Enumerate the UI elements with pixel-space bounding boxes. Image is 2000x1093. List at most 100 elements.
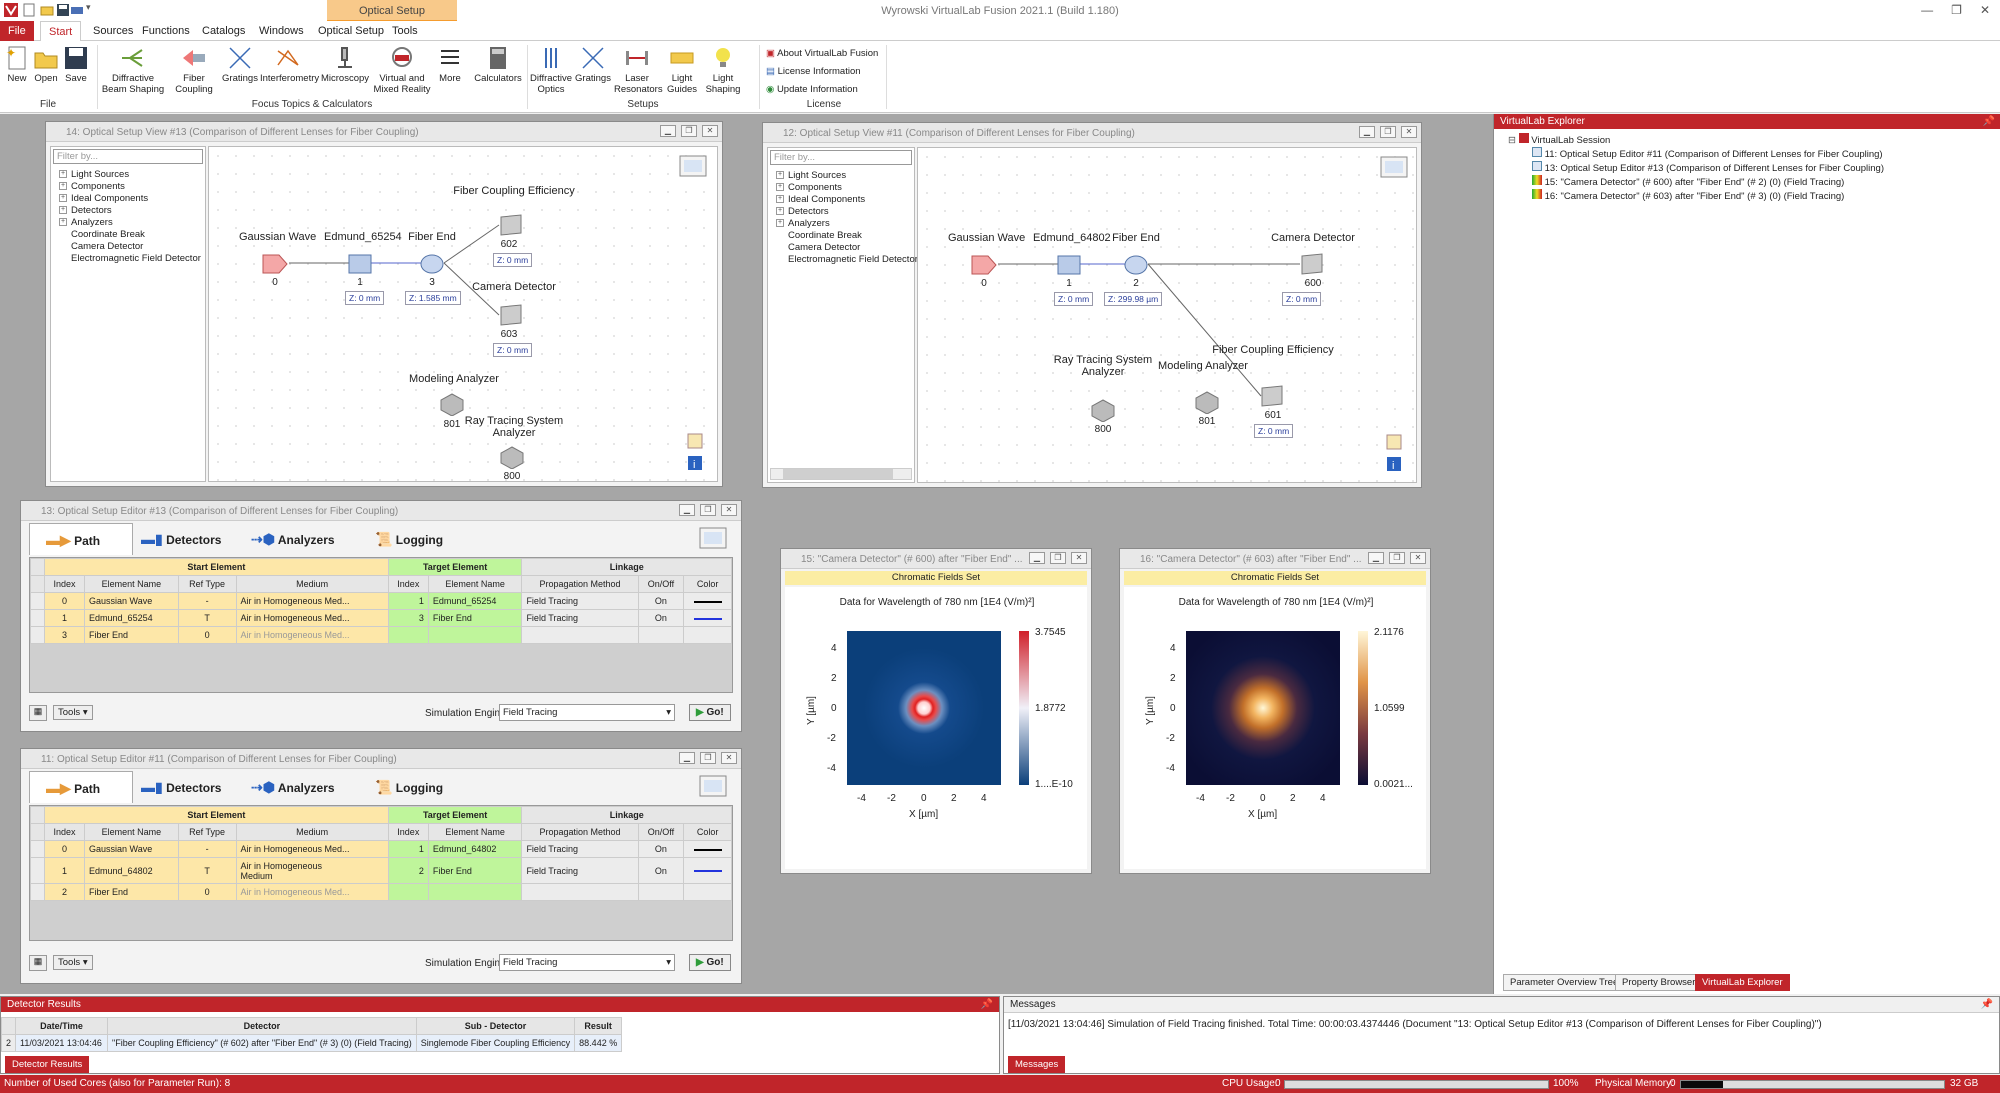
pin-icon[interactable]: 📌 — [1983, 116, 1995, 127]
tree-item-em-field-detector[interactable]: Electromagnetic Field Detector — [71, 253, 201, 264]
col-header[interactable]: Element Name — [84, 823, 179, 841]
tools-dropdown[interactable]: Tools ▾ — [53, 955, 93, 970]
tree-item-camera-detector[interactable]: Camera Detector — [788, 242, 860, 253]
tree-item-coordinate-break[interactable]: Coordinate Break — [788, 230, 862, 241]
tree-item-light-sources[interactable]: + Light Sources — [776, 170, 846, 181]
info-icon[interactable]: i — [687, 455, 703, 471]
detector-icon[interactable] — [499, 303, 525, 327]
tree-item-ideal-components[interactable]: + Ideal Components — [59, 193, 148, 204]
tab-optical-setup[interactable]: Optical Setup — [310, 21, 392, 41]
diffractive-beam-shaping-button[interactable]: Diffractive Beam Shaping — [100, 45, 166, 95]
col-header[interactable]: Color — [683, 823, 732, 841]
col-header[interactable]: Index — [43, 823, 86, 841]
tree-item-detectors[interactable]: + Detectors — [59, 205, 112, 216]
close-button[interactable]: ✕ — [721, 504, 737, 516]
z-position[interactable]: Z: 0 mm — [493, 253, 533, 267]
analyzer-icon[interactable] — [439, 392, 465, 416]
analyzer-icon[interactable] — [1194, 390, 1220, 414]
tree-item-analyzers[interactable]: + Analyzers — [776, 218, 830, 229]
minimize-button[interactable]: — — [1921, 3, 1933, 17]
tab-analyzers[interactable]: ⇢⬢ Analyzers — [251, 523, 335, 551]
catalog-icon[interactable] — [1380, 156, 1408, 178]
close-button[interactable]: ✕ — [721, 752, 737, 764]
col-header[interactable]: Index — [387, 575, 429, 593]
tree-item-light-sources[interactable]: + Light Sources — [59, 169, 129, 180]
z-position[interactable]: Z: 0 mm — [1282, 292, 1322, 306]
z-position[interactable]: Z: 0 mm — [1254, 424, 1294, 438]
setup-canvas[interactable]: Gaussian Wave 0 Edmund_65254 1 Z: 0 mm F… — [208, 146, 718, 482]
setup-canvas[interactable]: Gaussian Wave 0 Edmund_64802 1 Z: 0 mm F… — [917, 147, 1417, 483]
tab-start[interactable]: Start — [40, 21, 82, 41]
tab-property-browser[interactable]: Property Browser — [1615, 974, 1703, 991]
microscopy-button[interactable]: Microscopy — [320, 45, 370, 84]
tab-sources[interactable]: Sources — [85, 21, 141, 41]
fiber-end-icon[interactable] — [419, 253, 445, 275]
tab-parameter-overview-tree[interactable]: Parameter Overview Tree — [1503, 974, 1626, 991]
restore-button[interactable]: ❐ — [700, 752, 716, 764]
col-header[interactable]: Date/Time — [15, 1017, 109, 1035]
tab-logging[interactable]: 📜 Logging — [375, 523, 443, 551]
tree-item-detectors[interactable]: + Detectors — [776, 206, 829, 217]
update-information-button[interactable]: ◉ Update Information — [766, 81, 878, 99]
tab-messages[interactable]: Messages — [1008, 1056, 1066, 1073]
plot-area[interactable]: Data for Wavelength of 780 nm [1E4 (V/m)… — [785, 587, 1087, 869]
filter-input[interactable]: Filter by... — [770, 150, 912, 165]
tab-virtuallab-explorer[interactable]: VirtualLab Explorer — [1695, 974, 1790, 991]
col-header[interactable]: Propagation Method — [521, 823, 639, 841]
info-icon[interactable]: i — [1386, 456, 1402, 472]
calculators-button[interactable]: Calculators — [472, 45, 524, 84]
z-position[interactable]: Z: 0 mm — [345, 291, 385, 305]
tab-windows[interactable]: Windows — [251, 21, 312, 41]
col-header[interactable]: Propagation Method — [521, 575, 639, 593]
table-row[interactable]: 1 Edmund_64802 T Air in Homogeneous Medium … — [30, 857, 732, 884]
analyzer-icon[interactable] — [499, 445, 525, 469]
save-button[interactable]: Save — [63, 45, 89, 84]
horizontal-scrollbar[interactable] — [770, 468, 912, 480]
tools-dropdown[interactable]: Tools ▾ — [53, 705, 93, 720]
more-button[interactable]: More — [434, 45, 466, 84]
z-position[interactable]: Z: 0 mm — [493, 343, 533, 357]
minimize-button[interactable]: ▁ — [1359, 126, 1375, 138]
fiber-coupling-button[interactable]: Fiber Coupling — [170, 45, 218, 95]
plot-area[interactable]: Data for Wavelength of 780 nm [1E4 (V/m)… — [1124, 587, 1426, 869]
license-information-button[interactable]: ▤ License Information — [766, 63, 878, 81]
detector-icon[interactable] — [499, 213, 525, 237]
minimize-button[interactable]: ▁ — [1029, 552, 1045, 564]
grid-options-icon[interactable]: ▦ — [29, 705, 47, 721]
grid-options-icon[interactable]: ▦ — [29, 955, 47, 971]
minimize-button[interactable]: ▁ — [679, 504, 695, 516]
tab-path[interactable]: ▬▶ Path — [29, 523, 133, 555]
tab-analyzers[interactable]: ⇢⬢ Analyzers — [251, 771, 335, 799]
tree-item-em-field-detector[interactable]: Electromagnetic Field Detector — [788, 254, 918, 265]
filter-input[interactable]: Filter by... — [53, 149, 203, 164]
light-source-icon[interactable] — [261, 253, 289, 275]
go-button[interactable]: ▶ Go! — [689, 954, 731, 971]
tree-item[interactable]: 15: "Camera Detector" (# 600) after "Fib… — [1532, 175, 1844, 188]
catalog-icon[interactable] — [699, 775, 727, 797]
table-row[interactable]: 2 Fiber End 0 Air in Homogeneous Med... — [30, 883, 732, 901]
col-header[interactable]: Sub - Detector — [415, 1017, 576, 1035]
tree-item[interactable]: 16: "Camera Detector" (# 603) after "Fib… — [1532, 189, 1844, 202]
table-row[interactable]: 2 11/03/2021 13:04:46 "Fiber Coupling Ef… — [0, 1034, 623, 1052]
notes-icon[interactable] — [687, 433, 703, 449]
tab-detector-results[interactable]: Detector Results — [5, 1056, 90, 1073]
close-button[interactable]: ✕ — [1071, 552, 1087, 564]
interferometry-button[interactable]: Interferometry — [260, 45, 319, 84]
restore-button[interactable]: ❐ — [1050, 552, 1066, 564]
close-button[interactable]: ✕ — [1401, 126, 1417, 138]
col-header[interactable]: Medium — [235, 575, 389, 593]
table-row[interactable]: 1 Edmund_65254 T Air in Homogeneous Med... … — [30, 609, 732, 627]
col-header[interactable]: On/Off — [637, 823, 685, 841]
light-guides-button[interactable]: Light Guides — [664, 45, 700, 95]
virtual-mixed-reality-button[interactable]: Virtual and Mixed Reality — [372, 45, 432, 95]
tab-logging[interactable]: 📜 Logging — [375, 771, 443, 799]
fiber-end-icon[interactable] — [1123, 254, 1149, 276]
col-header[interactable]: Color — [683, 575, 732, 593]
lens-component-icon[interactable] — [347, 253, 373, 275]
z-position[interactable]: Z: 299.98 µm — [1104, 292, 1163, 306]
table-row[interactable]: 3 Fiber End 0 Air in Homogeneous Med... — [30, 626, 732, 644]
tree-item[interactable]: 11: Optical Setup Editor #11 (Comparison… — [1532, 147, 1883, 160]
about-button[interactable]: ▣ About VirtualLab Fusion — [766, 45, 878, 63]
col-header[interactable]: Medium — [235, 823, 389, 841]
col-header[interactable]: Index — [43, 575, 86, 593]
